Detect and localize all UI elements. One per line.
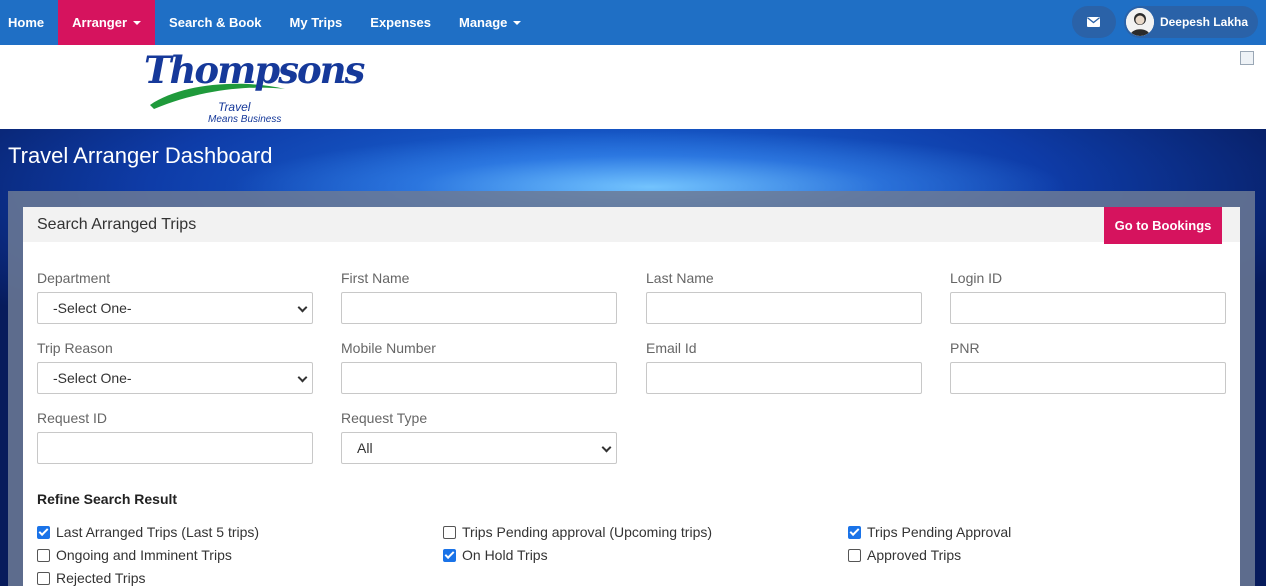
department-value: -Select One- [53, 300, 132, 316]
refine-option-label: Approved Trips [867, 547, 962, 563]
refine-option-label: Trips Pending Approval [867, 524, 1012, 540]
first-name-input[interactable] [341, 292, 617, 324]
refine-option-last-arranged[interactable]: Last Arranged Trips (Last 5 trips) [37, 524, 259, 540]
pnr-label: PNR [950, 340, 980, 356]
messages-button[interactable] [1071, 6, 1116, 38]
login-id-input[interactable] [950, 292, 1226, 324]
last-name-input[interactable] [646, 292, 922, 324]
refine-title: Refine Search Result [37, 491, 178, 507]
first-name-label: First Name [341, 270, 410, 286]
page-title: Travel Arranger Dashboard [8, 143, 273, 168]
refine-option-on-hold[interactable]: On Hold Trips [443, 547, 548, 563]
logo-tagline-2: Means Business [208, 114, 282, 125]
nav-home-label: Home [8, 15, 45, 30]
search-card: Search Arranged Trips Go to Bookings Dep… [23, 207, 1240, 586]
nav-home[interactable]: Home [0, 0, 58, 45]
nav-arranger[interactable]: Arranger [58, 0, 156, 45]
refine-option-pending-upcoming[interactable]: Trips Pending approval (Upcoming trips) [443, 524, 712, 540]
card-title: Search Arranged Trips [37, 216, 197, 233]
nav-expenses[interactable]: Expenses [356, 0, 445, 45]
checkbox[interactable] [37, 525, 50, 539]
trip-reason-value: -Select One- [53, 370, 132, 386]
email-id-label: Email Id [646, 340, 697, 356]
chevron-down-icon [297, 372, 308, 383]
pnr-input[interactable] [950, 362, 1226, 394]
user-menu[interactable]: Deepesh Lakha [1123, 6, 1258, 38]
checkbox[interactable] [37, 571, 50, 585]
checkbox[interactable] [848, 548, 861, 562]
refine-option-label: Last Arranged Trips (Last 5 trips) [56, 524, 260, 540]
nav-expenses-label: Expenses [370, 15, 431, 30]
nav-search-book-label: Search & Book [169, 15, 262, 30]
department-label: Department [37, 270, 111, 286]
chevron-down-icon [297, 302, 308, 313]
email-id-input[interactable] [646, 362, 922, 394]
refine-option-pending-approval[interactable]: Trips Pending Approval [848, 524, 1011, 540]
request-type-label: Request Type [341, 410, 428, 426]
trip-reason-label: Trip Reason [37, 340, 113, 356]
request-type-select[interactable]: All [341, 432, 617, 464]
nav-my-trips[interactable]: My Trips [276, 0, 357, 45]
nav-my-trips-label: My Trips [289, 15, 343, 30]
nav-manage[interactable]: Manage [445, 0, 535, 45]
request-id-label: Request ID [37, 410, 108, 426]
card-header: Search Arranged Trips [23, 207, 1240, 242]
top-navigation-bar: Home Arranger Search & Book My Trips Exp… [0, 0, 1266, 45]
refine-option-ongoing[interactable]: Ongoing and Imminent Trips [37, 547, 232, 563]
checkbox[interactable] [443, 525, 456, 539]
mobile-number-label: Mobile Number [341, 340, 436, 356]
user-name: Deepesh Lakha [1159, 15, 1248, 29]
refine-option-approved[interactable]: Approved Trips [848, 547, 961, 563]
request-id-input[interactable] [37, 432, 313, 464]
nav-manage-label: Manage [458, 15, 508, 30]
checkbox[interactable] [848, 525, 861, 539]
avatar [1125, 8, 1154, 36]
go-to-bookings-button[interactable]: Go to Bookings [1104, 207, 1222, 244]
logo-band: Thompsons Travel Means Business [0, 45, 1266, 129]
chevron-down-icon [601, 442, 612, 453]
envelope-icon [1087, 17, 1101, 27]
nav-right-group: Deepesh Lakha [1071, 6, 1258, 38]
caret-down-icon [133, 20, 142, 25]
refine-option-rejected[interactable]: Rejected Trips [37, 570, 145, 586]
last-name-label: Last Name [646, 270, 714, 286]
checkbox[interactable] [443, 548, 456, 562]
refine-option-label: On Hold Trips [462, 547, 548, 563]
user-photo-icon [1125, 8, 1154, 36]
nav-arranger-label: Arranger [72, 15, 128, 30]
logo-wordmark: Thompsons [144, 48, 365, 92]
refine-option-label: Rejected Trips [56, 570, 146, 586]
nav-search-book[interactable]: Search & Book [155, 0, 275, 45]
checkbox[interactable] [37, 548, 50, 562]
department-select[interactable]: -Select One- [37, 292, 313, 324]
login-id-label: Login ID [950, 270, 1003, 286]
request-type-value: All [357, 440, 373, 456]
trip-reason-select[interactable]: -Select One- [37, 362, 313, 394]
logo-tagline-1: Travel [218, 100, 251, 114]
mobile-number-input[interactable] [341, 362, 617, 394]
refine-option-label: Ongoing and Imminent Trips [56, 547, 232, 563]
broken-image-icon [1240, 51, 1254, 65]
refine-option-label: Trips Pending approval (Upcoming trips) [462, 524, 713, 540]
company-logo[interactable]: Thompsons Travel Means Business [142, 49, 365, 125]
caret-down-icon [513, 20, 522, 25]
